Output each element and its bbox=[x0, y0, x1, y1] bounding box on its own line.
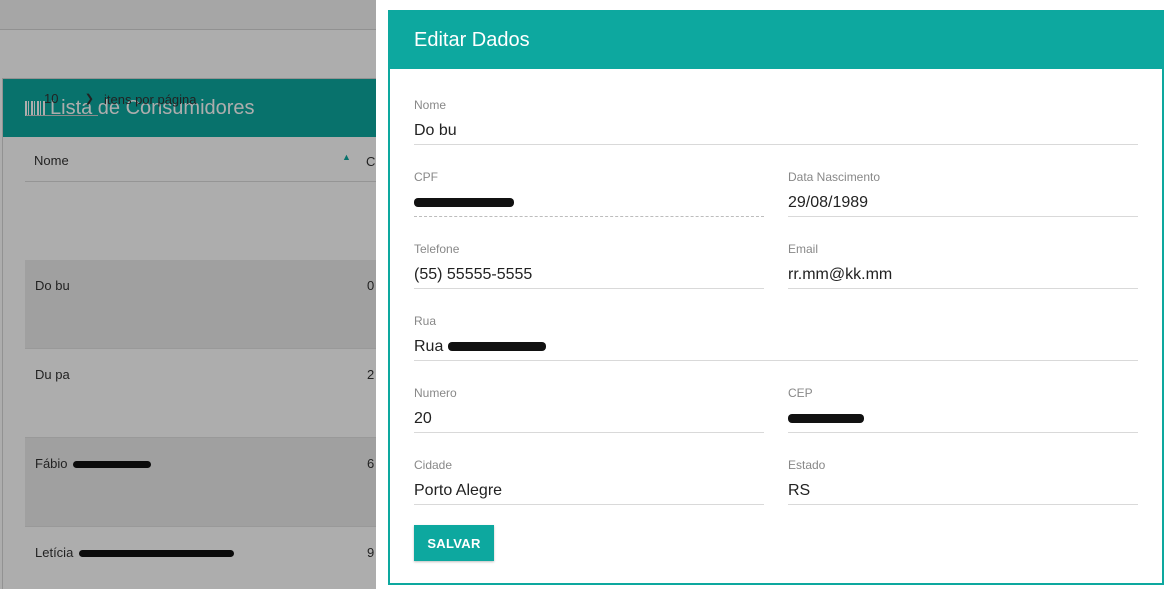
save-button[interactable]: SALVAR bbox=[414, 525, 494, 561]
telefone-label: Telefone bbox=[414, 242, 460, 256]
estado-label: Estado bbox=[788, 458, 826, 472]
nome-input[interactable]: Do bu bbox=[414, 121, 1138, 145]
redaction-scribble bbox=[788, 414, 864, 424]
estado-field[interactable]: Estado RS bbox=[788, 458, 1138, 505]
rua-input[interactable]: Rua bbox=[414, 337, 1138, 361]
cpf-label: CPF bbox=[414, 170, 438, 184]
estado-input[interactable]: RS bbox=[788, 481, 1138, 505]
data-nascimento-label: Data Nascimento bbox=[788, 170, 881, 184]
telefone-field[interactable]: Telefone (55) 55555-5555 bbox=[414, 242, 764, 289]
edit-dialog: Editar Dados Nome Do bu CPF Data Nascime… bbox=[388, 10, 1164, 585]
cpf-input[interactable] bbox=[414, 193, 764, 217]
nome-field[interactable]: Nome Do bu bbox=[414, 98, 1138, 145]
redaction-scribble bbox=[447, 342, 546, 352]
telefone-input[interactable]: (55) 55555-5555 bbox=[414, 265, 764, 289]
rua-label: Rua bbox=[414, 314, 437, 328]
email-input[interactable]: rr.mm@kk.mm bbox=[788, 265, 1138, 289]
cep-label: CEP bbox=[788, 386, 813, 400]
cep-input[interactable] bbox=[788, 409, 1138, 433]
dialog-header: Editar Dados bbox=[390, 12, 1162, 69]
numero-input[interactable]: 20 bbox=[414, 409, 764, 433]
cidade-input[interactable]: Porto Alegre bbox=[414, 481, 764, 505]
nome-label: Nome bbox=[414, 98, 447, 112]
cpf-field[interactable]: CPF bbox=[414, 170, 764, 217]
email-label: Email bbox=[788, 242, 819, 256]
data-nascimento-field[interactable]: Data Nascimento 29/08/1989 bbox=[788, 170, 1138, 217]
numero-label: Numero bbox=[414, 386, 457, 400]
numero-field[interactable]: Numero 20 bbox=[414, 386, 764, 433]
rua-field[interactable]: Rua Rua bbox=[414, 314, 1138, 361]
email-field[interactable]: Email rr.mm@kk.mm bbox=[788, 242, 1138, 289]
cep-field[interactable]: CEP bbox=[788, 386, 1138, 433]
redaction-scribble bbox=[414, 198, 514, 208]
data-nascimento-input[interactable]: 29/08/1989 bbox=[788, 193, 1138, 217]
cidade-label: Cidade bbox=[414, 458, 453, 472]
dialog-title: Editar Dados bbox=[414, 29, 530, 51]
cidade-field[interactable]: Cidade Porto Alegre bbox=[414, 458, 764, 505]
